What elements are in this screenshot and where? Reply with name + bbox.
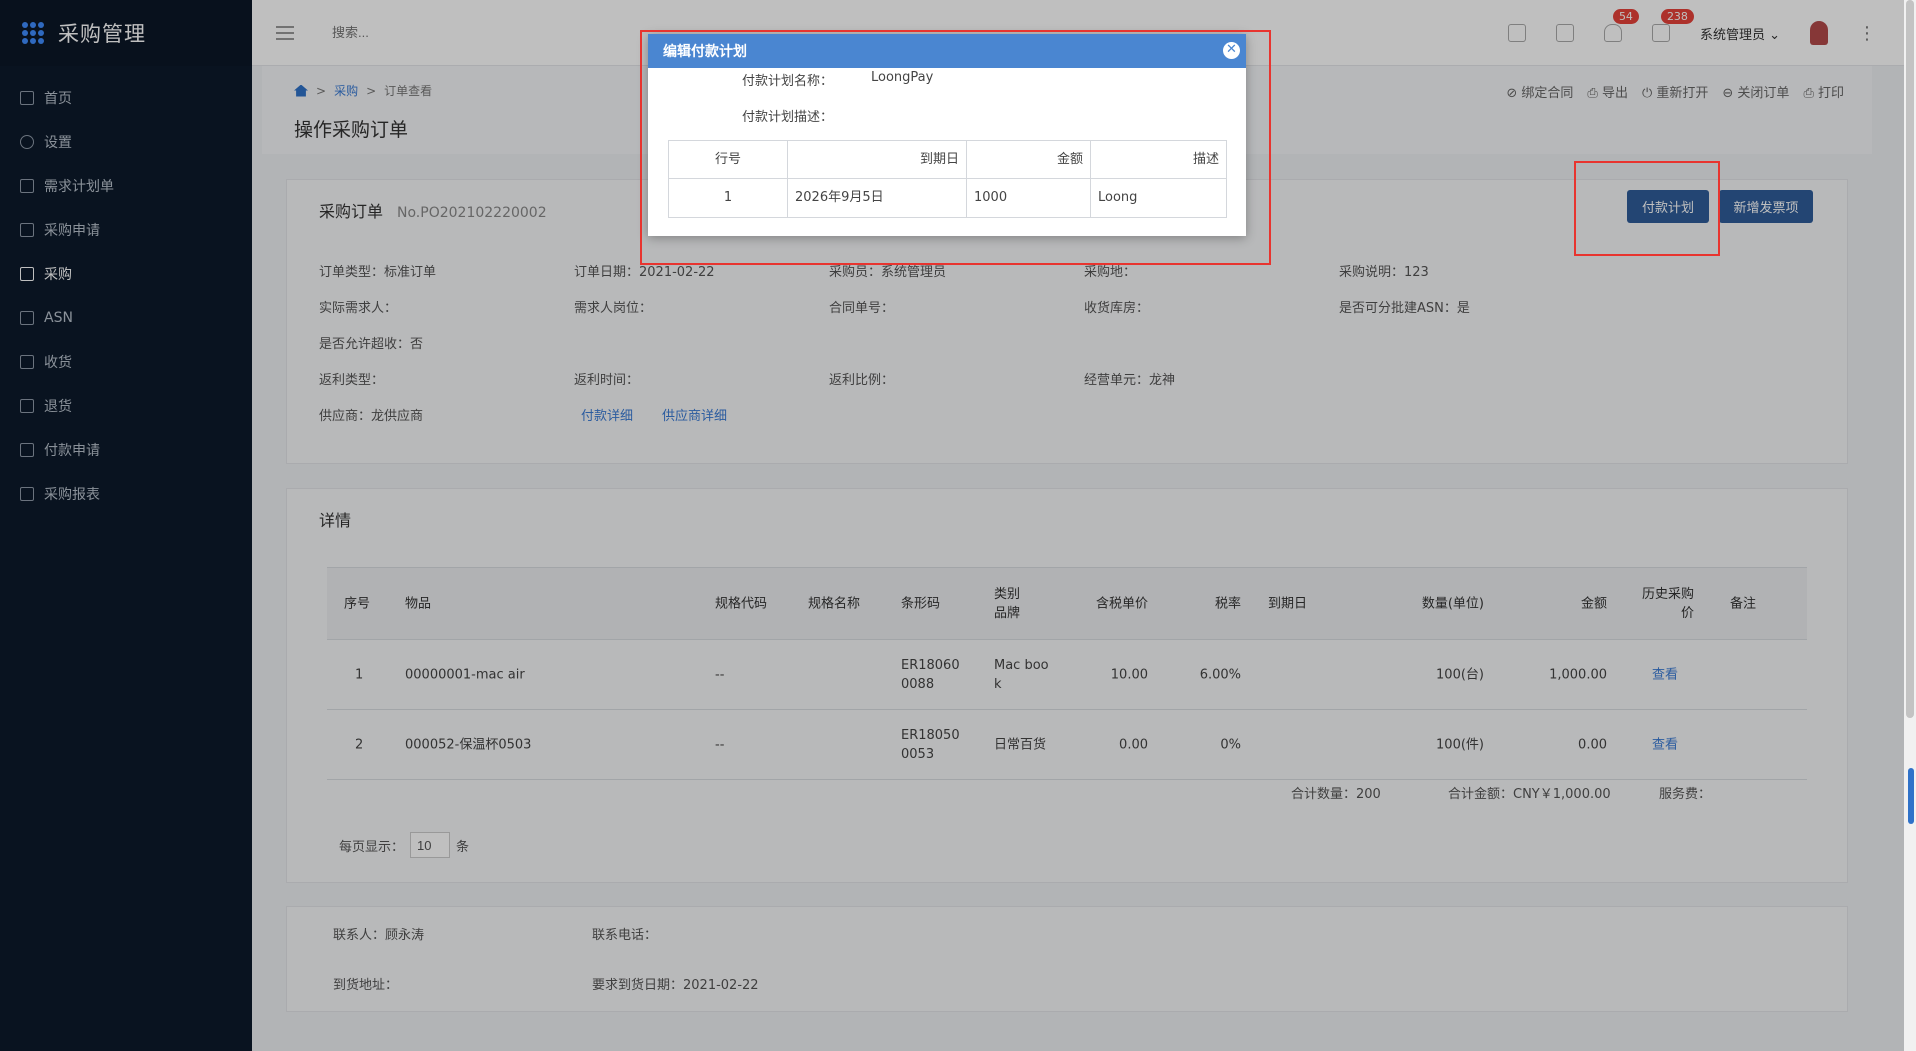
- highlight-box: [640, 30, 1271, 265]
- thermometer-icon: [1908, 768, 1914, 824]
- scrollbar-thumb[interactable]: [1906, 0, 1914, 718]
- highlight-box: [1574, 161, 1720, 256]
- vertical-scrollbar[interactable]: [1904, 0, 1916, 1051]
